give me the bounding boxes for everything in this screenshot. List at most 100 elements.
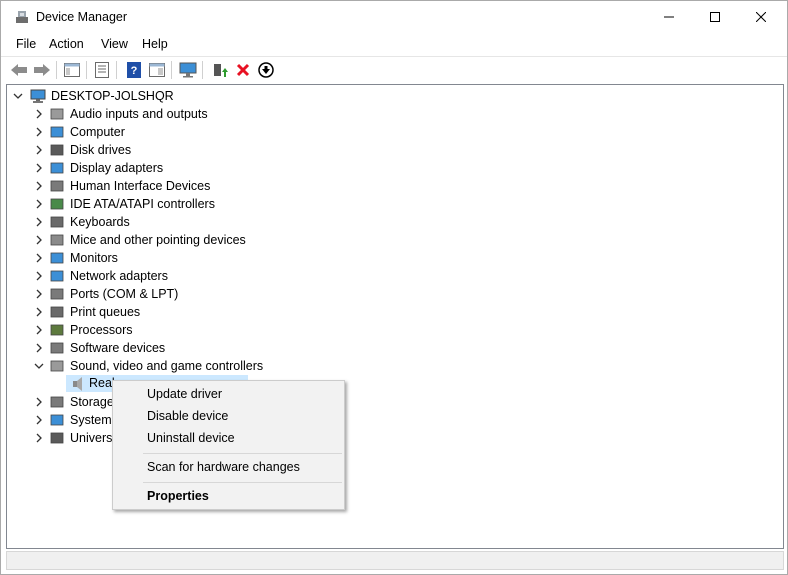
uninstall-icon xyxy=(236,63,250,77)
action-pane-icon xyxy=(149,63,165,77)
menu-view[interactable]: View xyxy=(101,37,128,51)
computer-icon xyxy=(50,126,64,138)
tree-category-label[interactable]: Keyboards xyxy=(70,213,130,231)
device-manager-window: Device Manager File Action View Help ? D… xyxy=(0,0,788,575)
context-menu: Update driver Disable device Uninstall d… xyxy=(112,380,345,510)
keyboard-icon xyxy=(50,216,64,228)
menu-action[interactable]: Action xyxy=(49,37,84,51)
port-icon xyxy=(50,288,64,300)
speaker-icon xyxy=(50,360,64,372)
minimize-button[interactable] xyxy=(646,1,692,33)
toolbar-separator xyxy=(202,61,203,79)
tree-category-label[interactable]: IDE ATA/ATAPI controllers xyxy=(70,195,215,213)
chevron-right-icon[interactable] xyxy=(34,217,44,227)
chevron-down-icon[interactable] xyxy=(13,91,23,101)
tree-category-label[interactable]: Monitors xyxy=(70,249,118,267)
properties-icon xyxy=(95,62,109,78)
chevron-right-icon[interactable] xyxy=(34,397,44,407)
chevron-right-icon[interactable] xyxy=(34,109,44,119)
usb-icon xyxy=(50,432,64,444)
tree-category-label[interactable]: Disk drives xyxy=(70,141,131,159)
context-properties[interactable]: Properties xyxy=(147,489,209,503)
tree-category-label[interactable]: Audio inputs and outputs xyxy=(70,105,208,123)
tree-category-label[interactable]: Human Interface Devices xyxy=(70,177,210,195)
tree-category-label[interactable]: Storage xyxy=(70,393,114,411)
context-update-driver[interactable]: Update driver xyxy=(147,387,222,401)
speaker-icon xyxy=(73,377,82,391)
menu-bar: File Action View Help xyxy=(1,33,787,55)
printer-icon xyxy=(50,306,64,318)
action-pane-button[interactable] xyxy=(147,60,167,80)
chevron-right-icon[interactable] xyxy=(34,433,44,443)
chevron-right-icon[interactable] xyxy=(34,181,44,191)
maximize-button[interactable] xyxy=(692,1,738,33)
uninstall-button[interactable] xyxy=(233,60,253,80)
tree-category-label[interactable]: Processors xyxy=(70,321,133,339)
context-separator xyxy=(143,453,342,454)
chevron-down-icon[interactable] xyxy=(34,361,44,371)
ide-controller-icon xyxy=(50,198,64,210)
close-icon xyxy=(756,12,766,22)
window-title: Device Manager xyxy=(36,10,128,24)
toolbar: ? xyxy=(1,56,787,82)
toolbar-separator xyxy=(116,61,117,79)
software-device-icon xyxy=(50,342,64,354)
chevron-right-icon[interactable] xyxy=(34,415,44,425)
chevron-right-icon[interactable] xyxy=(34,253,44,263)
properties-button[interactable] xyxy=(92,60,112,80)
forward-button[interactable] xyxy=(32,60,52,80)
chevron-right-icon[interactable] xyxy=(34,289,44,299)
show-hide-console-tree-icon xyxy=(64,63,80,77)
device-manager-icon xyxy=(16,11,28,23)
scan-hardware-button[interactable] xyxy=(178,60,198,80)
chevron-right-icon[interactable] xyxy=(34,307,44,317)
disk-drive-icon xyxy=(50,144,64,156)
toolbar-separator xyxy=(171,61,172,79)
tree-root-label[interactable]: DESKTOP-JOLSHQR xyxy=(51,87,174,105)
chevron-right-icon[interactable] xyxy=(34,325,44,335)
tree-category-label[interactable]: Network adapters xyxy=(70,267,168,285)
title-bar[interactable]: Device Manager xyxy=(1,1,787,33)
chevron-right-icon[interactable] xyxy=(34,127,44,137)
back-icon xyxy=(11,64,27,76)
forward-icon xyxy=(34,64,50,76)
selected-device-label[interactable]: Real xyxy=(89,374,115,392)
menu-file[interactable]: File xyxy=(16,37,36,51)
context-disable-device[interactable]: Disable device xyxy=(147,409,228,423)
context-separator xyxy=(143,482,342,483)
close-button[interactable] xyxy=(738,1,784,33)
help-button[interactable]: ? xyxy=(124,60,144,80)
chevron-right-icon[interactable] xyxy=(34,343,44,353)
tree-category-label[interactable]: Ports (COM & LPT) xyxy=(70,285,178,303)
update-driver-button[interactable] xyxy=(210,60,230,80)
menu-help[interactable]: Help xyxy=(142,37,168,51)
tree-category-label[interactable]: Computer xyxy=(70,123,125,141)
tree-category-label[interactable]: Software devices xyxy=(70,339,165,357)
svg-text:?: ? xyxy=(131,65,138,77)
scan-hardware-icon xyxy=(179,62,197,78)
monitor-icon xyxy=(50,252,64,264)
context-uninstall-device[interactable]: Uninstall device xyxy=(147,431,235,445)
back-button[interactable] xyxy=(9,60,29,80)
disable-device-button[interactable] xyxy=(256,60,276,80)
tree-category-label[interactable]: Print queues xyxy=(70,303,140,321)
maximize-icon xyxy=(710,12,720,22)
chevron-right-icon[interactable] xyxy=(34,199,44,209)
network-adapter-icon xyxy=(50,270,64,282)
chevron-right-icon[interactable] xyxy=(34,145,44,155)
context-scan-hardware[interactable]: Scan for hardware changes xyxy=(147,460,300,474)
chevron-right-icon[interactable] xyxy=(34,235,44,245)
show-hide-console-tree-button[interactable] xyxy=(62,60,82,80)
tree-category-label[interactable]: Display adapters xyxy=(70,159,163,177)
help-icon: ? xyxy=(127,62,141,78)
chevron-right-icon[interactable] xyxy=(34,163,44,173)
disable-device-icon xyxy=(258,62,274,78)
tree-category-label[interactable]: Mice and other pointing devices xyxy=(70,231,246,249)
toolbar-separator xyxy=(56,61,57,79)
tree-category-label[interactable]: Sound, video and game controllers xyxy=(70,357,263,375)
hid-icon xyxy=(50,180,64,192)
display-adapter-icon xyxy=(50,162,64,174)
mouse-icon xyxy=(50,234,64,246)
tree-category-label[interactable]: System xyxy=(70,411,112,429)
chevron-right-icon[interactable] xyxy=(34,271,44,281)
